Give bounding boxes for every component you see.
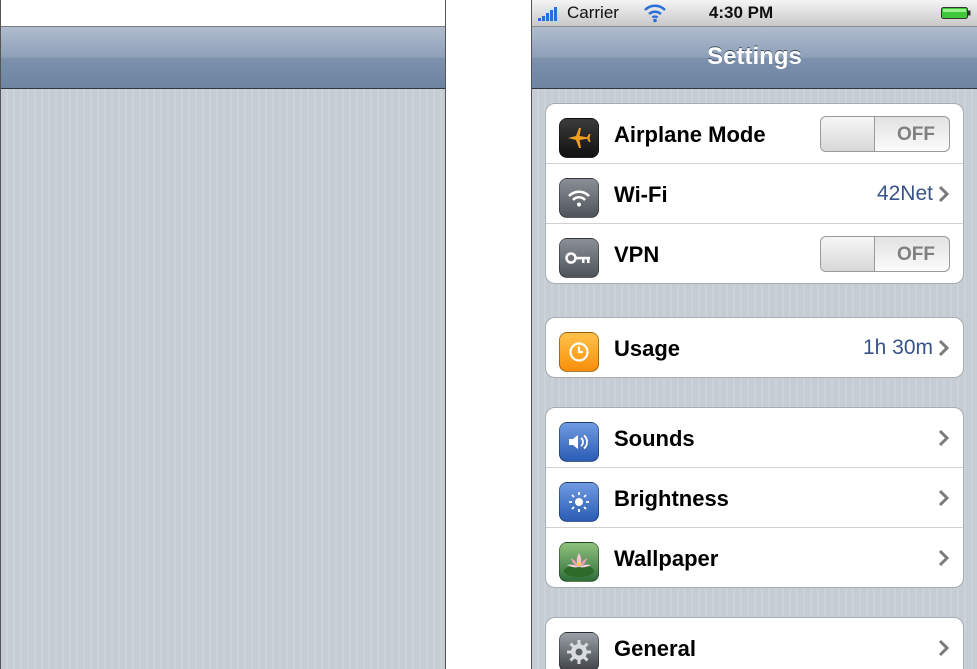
airplane-mode-label: Airplane Mode <box>614 122 766 147</box>
vpn-switch[interactable]: OFF <box>820 236 950 272</box>
gear-icon <box>559 632 599 669</box>
wifi-label: Wi-Fi <box>614 182 668 207</box>
vpn-row[interactable]: VPN OFF <box>546 224 963 283</box>
left-status-bar <box>1 0 445 27</box>
wifi-row[interactable]: Wi-Fi 42Net <box>546 164 963 224</box>
chevron-right-icon <box>938 429 950 447</box>
usage-value: 1h 30m <box>862 336 933 359</box>
chevron-right-icon <box>938 489 950 507</box>
speaker-icon <box>559 422 599 462</box>
general-row[interactable]: General <box>546 618 963 669</box>
battery-icon <box>941 7 971 19</box>
status-time: 4:30 PM <box>708 3 774 22</box>
airplane-mode-row[interactable]: Airplane Mode OFF <box>546 104 963 164</box>
page-title: Settings <box>707 43 802 70</box>
wallpaper-label: Wallpaper <box>614 546 719 571</box>
switch-state-label: OFF <box>897 124 935 145</box>
settings-group-network: Airplane Mode OFF Wi-Fi 42Net VPN OFF <box>545 103 964 284</box>
switch-knob <box>821 237 875 271</box>
sounds-row[interactable]: Sounds <box>546 408 963 468</box>
settings-group-display: Sounds Brightness Wallpaper <box>545 407 964 588</box>
clock-icon <box>559 332 599 372</box>
left-content-area <box>1 89 445 669</box>
settings-group-general: General <box>545 617 964 669</box>
wifi-network-value: 42Net <box>876 182 933 205</box>
chevron-right-icon <box>938 339 950 357</box>
switch-state-label: OFF <box>897 244 935 265</box>
vpn-label: VPN <box>614 242 660 267</box>
brightness-label: Brightness <box>614 486 729 511</box>
wifi-settings-icon <box>559 178 599 218</box>
flower-icon <box>559 542 599 582</box>
wallpaper-row[interactable]: Wallpaper <box>546 528 963 587</box>
sun-icon <box>559 482 599 522</box>
key-icon <box>559 238 599 278</box>
left-navigation-bar <box>1 27 445 89</box>
usage-label: Usage <box>614 336 681 361</box>
usage-row[interactable]: Usage 1h 30m <box>546 318 963 377</box>
chevron-right-icon <box>938 639 950 657</box>
left-phone-screen <box>0 0 446 669</box>
chevron-right-icon <box>938 185 950 203</box>
navigation-bar: Settings <box>532 27 977 89</box>
airplane-mode-switch[interactable]: OFF <box>820 116 950 152</box>
sounds-label: Sounds <box>614 426 695 451</box>
right-phone-screen: Carrier 4:30 PM Settings Airplane Mode O… <box>531 0 977 669</box>
brightness-row[interactable]: Brightness <box>546 468 963 528</box>
airplane-icon <box>559 118 599 158</box>
settings-list[interactable]: Airplane Mode OFF Wi-Fi 42Net VPN OFF Us… <box>532 89 977 669</box>
settings-group-usage: Usage 1h 30m <box>545 317 964 378</box>
general-label: General <box>614 636 696 661</box>
status-bar: Carrier 4:30 PM <box>532 0 977 27</box>
switch-knob <box>821 117 875 151</box>
chevron-right-icon <box>938 549 950 567</box>
